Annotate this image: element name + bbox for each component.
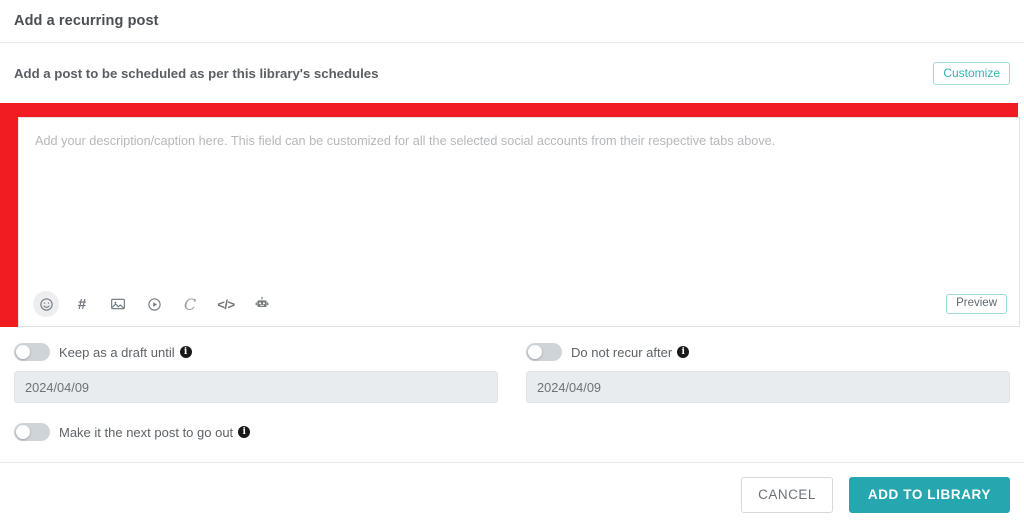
add-to-library-button[interactable]: ADD TO LIBRARY (848, 476, 1010, 513)
code-icon[interactable]: </> (213, 291, 239, 317)
page-title: Add a recurring post (14, 13, 159, 29)
options-section: Keep as a draft until i 2024/04/09 Do no… (0, 335, 1024, 449)
info-icon[interactable]: i (179, 346, 192, 358)
keep-draft-date-value: 2024/04/09 (25, 379, 90, 395)
toggle-knob (528, 345, 542, 359)
info-icon[interactable]: i (238, 426, 251, 438)
next-post-row: Make it the next post to go out i (14, 415, 1010, 449)
hashtag-icon[interactable]: # (69, 291, 95, 317)
modal-footer: CANCEL ADD TO LIBRARY (0, 462, 1024, 526)
customize-button[interactable]: Customize (933, 61, 1010, 85)
emoji-icon[interactable] (33, 291, 59, 317)
do-not-recur-label-wrap: Do not recur after i (571, 344, 690, 360)
keep-draft-date-input[interactable]: 2024/04/09 (14, 371, 498, 403)
image-icon[interactable] (105, 291, 131, 317)
cursive-c-icon[interactable]: C (177, 291, 203, 317)
toggle-knob (16, 345, 30, 359)
do-not-recur-date-input[interactable]: 2024/04/09 (526, 371, 1010, 403)
cancel-button[interactable]: CANCEL (741, 476, 833, 513)
do-not-recur-toggle[interactable] (526, 343, 562, 361)
post-description-placeholder: Add your description/caption here. This … (35, 134, 776, 148)
info-icon[interactable]: i (677, 346, 690, 358)
composer-toolbar-icons: # C </> (33, 291, 275, 317)
do-not-recur-group: Do not recur after i 2024/04/09 (526, 335, 1010, 403)
keep-draft-label-wrap: Keep as a draft until i (59, 345, 192, 360)
do-not-recur-label: Do not recur after (571, 344, 673, 360)
post-composer[interactable]: Add your description/caption here. This … (18, 117, 1020, 327)
keep-draft-toggle[interactable] (14, 343, 50, 361)
keep-draft-group: Keep as a draft until i 2024/04/09 (14, 335, 498, 403)
next-post-toggle[interactable] (14, 423, 50, 441)
highlight-overlay: Add your description/caption here. This … (0, 103, 1020, 327)
subtitle-row: Add a post to be scheduled as per this l… (0, 43, 1024, 103)
toggle-knob (16, 425, 30, 439)
do-not-recur-row: Do not recur after i (526, 335, 1010, 369)
preview-button[interactable]: Preview (946, 293, 1007, 315)
keep-draft-row: Keep as a draft until i (14, 335, 498, 369)
add-recurring-post-modal: Add a recurring post Add a post to be sc… (0, 0, 1024, 526)
keep-draft-label: Keep as a draft until (59, 344, 175, 360)
robot-ai-icon[interactable] (249, 291, 275, 317)
subtitle-label: Add a post to be scheduled as per this l… (14, 65, 379, 81)
modal-header: Add a recurring post (0, 0, 1024, 43)
post-description-input[interactable]: Add your description/caption here. This … (19, 118, 1019, 282)
next-post-label: Make it the next post to go out (59, 424, 234, 440)
next-post-label-wrap: Make it the next post to go out i (59, 424, 251, 440)
composer-toolbar: # C </> Preview (19, 282, 1019, 326)
video-icon[interactable] (141, 291, 167, 317)
do-not-recur-date-value: 2024/04/09 (537, 379, 602, 395)
